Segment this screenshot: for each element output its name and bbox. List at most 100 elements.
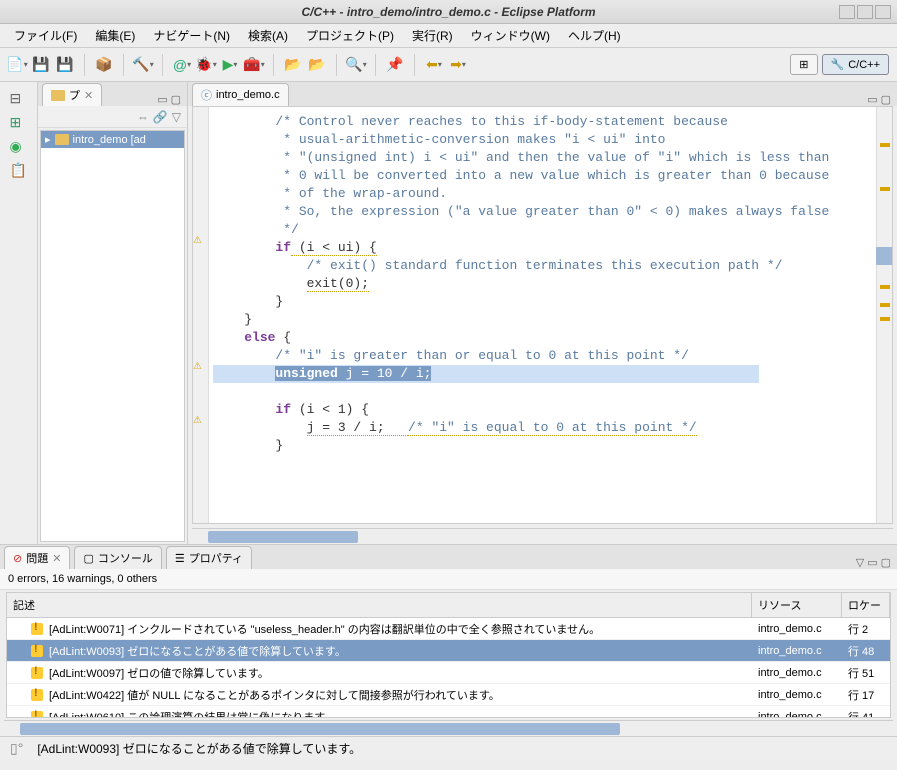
outline-icon[interactable]: ⊟ — [10, 90, 28, 108]
menu-help[interactable]: ヘルプ(H) — [560, 24, 629, 47]
problems-panel: ⊘ 問題 ✕ ▢ コンソール ☰ プロパティ ▽ ▭ ▢ 0 errors, 1… — [0, 544, 897, 736]
maximize-button[interactable] — [857, 5, 873, 19]
warning-icon — [31, 645, 43, 657]
maximize-view-icon[interactable]: ▢ — [171, 93, 181, 106]
problem-location: 行 51 — [842, 665, 890, 681]
problem-location: 行 41 — [842, 709, 890, 719]
warning-icon — [31, 667, 43, 679]
problem-location: 行 17 — [842, 687, 890, 703]
code-area[interactable]: /* Control never reaches to this if-body… — [209, 107, 876, 523]
editor-hscrollbar[interactable] — [192, 528, 893, 544]
project-folder-icon — [55, 134, 69, 145]
back-icon[interactable]: ⬅▾ — [425, 56, 443, 74]
save-all-icon[interactable]: 💾 — [56, 56, 74, 74]
save-icon[interactable]: 💾 — [32, 56, 50, 74]
warning-marker-icon[interactable]: ⚠ — [193, 361, 202, 372]
hammer-icon[interactable]: 🔨▾ — [134, 56, 152, 74]
editor-tab-label: intro_demo.c — [216, 89, 280, 101]
menu-navigate[interactable]: ナビゲート(N) — [145, 24, 238, 47]
menu-search[interactable]: 検索(A) — [240, 24, 296, 47]
editor-maximize-icon[interactable]: ▢ — [881, 93, 891, 106]
open-type-icon[interactable]: 📂 — [284, 56, 302, 74]
problem-desc: [AdLint:W0610] この論理演算の結果は常に偽になります。 — [49, 709, 335, 719]
editor-body[interactable]: ⚠ ⚠ ⚠ /* Control never reaches to this i… — [192, 106, 893, 524]
problem-row[interactable]: [AdLint:W0422] 値が NULL になることがあるポインタに対して間… — [7, 684, 890, 706]
project-tab[interactable]: プ ✕ — [42, 83, 102, 106]
editor-tab[interactable]: ⓒ intro_demo.c — [192, 83, 289, 106]
forward-icon[interactable]: ➡▾ — [449, 56, 467, 74]
problem-desc: [AdLint:W0097] ゼロの値で除算しています。 — [49, 665, 269, 681]
minimize-view-icon[interactable]: ▭ — [157, 93, 167, 106]
menu-project[interactable]: プロジェクト(P) — [298, 24, 402, 47]
perspective-label: C/C++ — [848, 59, 880, 71]
view-menu-icon[interactable]: ▽ — [856, 556, 864, 569]
problem-row[interactable]: [AdLint:W0093] ゼロになることがある値で除算しています。intro… — [7, 640, 890, 662]
menu-run[interactable]: 実行(R) — [404, 24, 461, 47]
project-root-item[interactable]: ▸ intro_demo [ad — [41, 131, 184, 148]
link-editor-icon[interactable]: 🔗 — [153, 110, 168, 124]
tab-console-label: コンソール — [98, 550, 153, 566]
window-title: C/C++ - intro_demo/intro_demo.c - Eclips… — [301, 5, 595, 19]
project-explorer: プ ✕ ▭ ▢ ⇔ 🔗 ▽ ▸ intro_demo [ad — [38, 82, 188, 544]
new-icon[interactable]: 📄▾ — [8, 56, 26, 74]
menu-window[interactable]: ウィンドウ(W) — [463, 24, 558, 47]
left-ruler[interactable]: ⚠ ⚠ ⚠ — [193, 107, 209, 523]
status-message: [AdLint:W0093] ゼロになることがある値で除算しています。 — [37, 740, 361, 757]
at-icon[interactable]: @▾ — [173, 56, 191, 74]
close-button[interactable] — [875, 5, 891, 19]
perspective-cpp[interactable]: 🔧 C/C++ — [822, 54, 890, 75]
search-icon[interactable]: 🔍▾ — [347, 56, 365, 74]
folder-icon — [51, 90, 65, 101]
warning-icon — [31, 711, 43, 719]
project-tab-label: プ — [69, 87, 80, 103]
hierarchy-icon[interactable]: ⊞ — [10, 114, 28, 132]
run-icon[interactable]: ▶▾ — [221, 56, 239, 74]
problem-resource: intro_demo.c — [752, 711, 842, 719]
expand-arrow-icon[interactable]: ▸ — [45, 133, 51, 146]
build-icon[interactable]: 📦 — [95, 56, 113, 74]
menu-edit[interactable]: 編集(E) — [87, 24, 143, 47]
problems-icon: ⊘ — [13, 552, 22, 565]
col-location[interactable]: ロケー — [842, 593, 890, 617]
project-tree[interactable]: ▸ intro_demo [ad — [40, 130, 185, 542]
problems-table[interactable]: 記述 リソース ロケー [AdLint:W0071] インクルードされている "… — [6, 592, 891, 718]
menu-file[interactable]: ファイル(F) — [6, 24, 85, 47]
tab-properties[interactable]: ☰ プロパティ — [166, 546, 252, 569]
project-root-label: intro_demo [ad — [73, 134, 146, 146]
tab-close-x[interactable]: ✕ — [84, 89, 93, 102]
maximize-view-icon[interactable]: ▢ — [881, 556, 891, 569]
problems-summary: 0 errors, 16 warnings, 0 others — [0, 569, 897, 590]
minimize-view-icon[interactable]: ▭ — [867, 556, 877, 569]
targets-icon[interactable]: ◉ — [10, 138, 28, 156]
problem-row[interactable]: [AdLint:W0071] インクルードされている "useless_head… — [7, 618, 890, 640]
tab-problems[interactable]: ⊘ 問題 ✕ — [4, 546, 70, 569]
tasks-icon[interactable]: 📋 — [10, 162, 28, 180]
debug-icon[interactable]: 🐞▾ — [197, 56, 215, 74]
warning-marker-icon[interactable]: ⚠ — [193, 235, 202, 246]
problems-hscrollbar[interactable] — [4, 720, 893, 736]
tab-problems-label: 問題 — [26, 550, 48, 566]
pin-icon[interactable]: 📌 — [386, 56, 404, 74]
col-resource[interactable]: リソース — [752, 593, 842, 617]
problem-resource: intro_demo.c — [752, 689, 842, 701]
overview-ruler[interactable] — [876, 107, 892, 523]
status-icon: ▯° — [10, 740, 23, 757]
collapse-all-icon[interactable]: ⇔ — [137, 110, 149, 124]
open-task-icon[interactable]: 📂 — [308, 56, 326, 74]
problem-row[interactable]: [AdLint:W0097] ゼロの値で除算しています。intro_demo.c… — [7, 662, 890, 684]
minimize-button[interactable] — [839, 5, 855, 19]
menubar: ファイル(F) 編集(E) ナビゲート(N) 検索(A) プロジェクト(P) 実… — [0, 24, 897, 48]
console-icon: ▢ — [83, 552, 93, 565]
external-tools-icon[interactable]: 🧰▾ — [245, 56, 263, 74]
col-description[interactable]: 記述 — [7, 593, 752, 617]
warning-marker-icon[interactable]: ⚠ — [193, 415, 202, 426]
open-perspective-button[interactable]: ⊞ — [790, 54, 817, 75]
warning-icon — [31, 689, 43, 701]
editor-minimize-icon[interactable]: ▭ — [867, 93, 877, 106]
tab-properties-label: プロパティ — [189, 550, 243, 566]
project-toolbar: ⇔ 🔗 ▽ — [38, 106, 187, 128]
problem-row[interactable]: [AdLint:W0610] この論理演算の結果は常に偽になります。 intro_… — [7, 706, 890, 718]
tab-console[interactable]: ▢ コンソール — [74, 546, 161, 569]
tab-close-x[interactable]: ✕ — [52, 552, 61, 565]
view-menu-icon[interactable]: ▽ — [172, 110, 181, 124]
